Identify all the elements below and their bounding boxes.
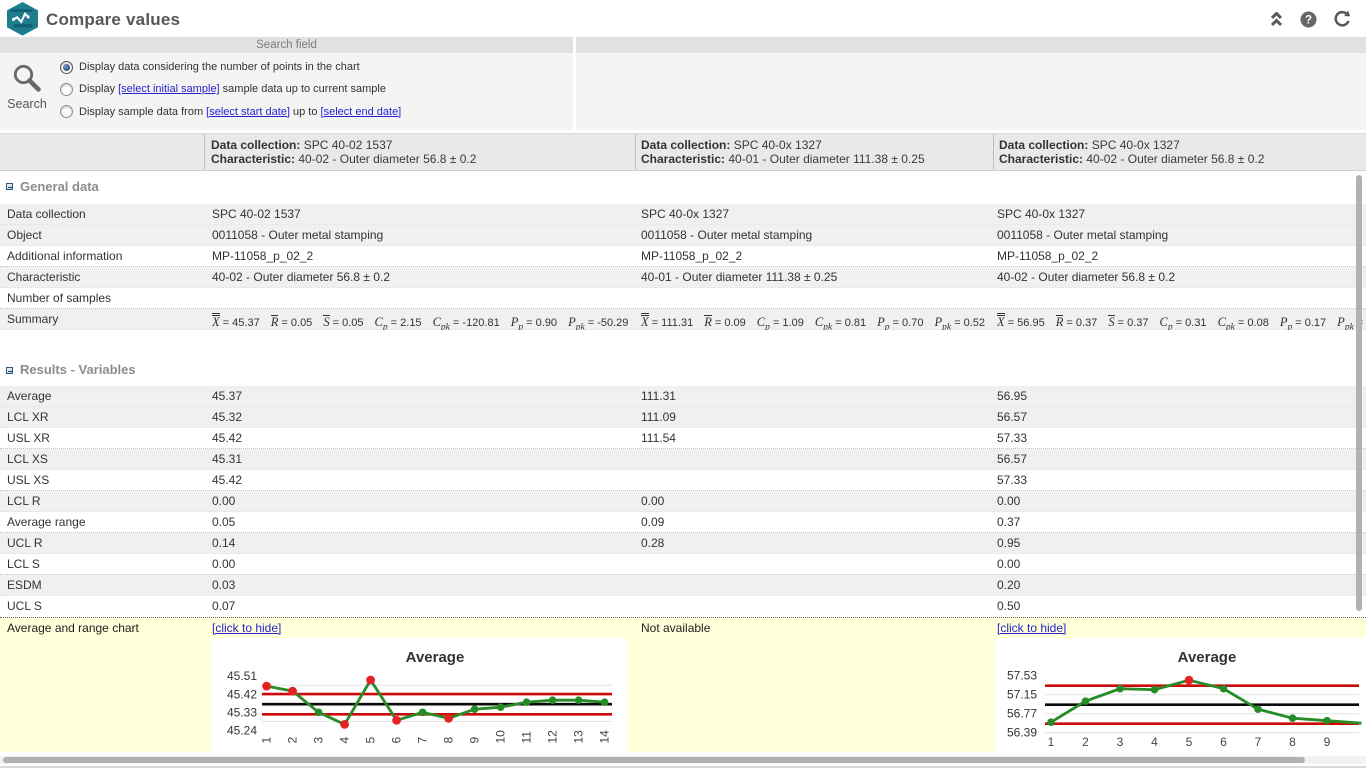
svg-text:11: 11 xyxy=(520,731,534,744)
svg-text:45.51: 45.51 xyxy=(227,669,257,683)
svg-text:7: 7 xyxy=(416,737,430,744)
svg-text:6: 6 xyxy=(1220,735,1227,749)
svg-text:2: 2 xyxy=(1082,735,1089,749)
svg-text:Average: Average xyxy=(406,649,465,666)
svg-text:7: 7 xyxy=(1255,735,1262,749)
svg-text:45.24: 45.24 xyxy=(227,723,257,737)
svg-text:Average: Average xyxy=(1178,649,1237,666)
svg-text:2: 2 xyxy=(286,737,300,744)
svg-text:9: 9 xyxy=(1324,735,1331,749)
svg-text:45.33: 45.33 xyxy=(227,705,257,719)
svg-text:3: 3 xyxy=(1117,735,1124,749)
svg-text:1: 1 xyxy=(260,737,274,744)
svg-text:6: 6 xyxy=(390,737,404,744)
svg-text:5: 5 xyxy=(1186,735,1193,749)
svg-text:12: 12 xyxy=(546,730,560,744)
svg-text:?: ? xyxy=(1305,15,1312,27)
svg-text:3: 3 xyxy=(312,737,326,744)
svg-text:13: 13 xyxy=(572,730,586,744)
svg-text:45.42: 45.42 xyxy=(227,687,257,701)
svg-text:8: 8 xyxy=(1289,735,1296,749)
svg-text:56.77: 56.77 xyxy=(1007,707,1037,721)
svg-text:14: 14 xyxy=(598,730,612,744)
svg-text:56.39: 56.39 xyxy=(1007,726,1037,740)
svg-text:8: 8 xyxy=(442,737,456,744)
svg-text:57.53: 57.53 xyxy=(1007,669,1037,683)
svg-text:9: 9 xyxy=(468,737,482,744)
svg-text:4: 4 xyxy=(338,737,352,744)
svg-text:1: 1 xyxy=(1048,735,1055,749)
svg-text:57.15: 57.15 xyxy=(1007,688,1037,702)
svg-text:10: 10 xyxy=(494,730,508,744)
svg-text:5: 5 xyxy=(364,737,378,744)
svg-text:4: 4 xyxy=(1151,735,1158,749)
